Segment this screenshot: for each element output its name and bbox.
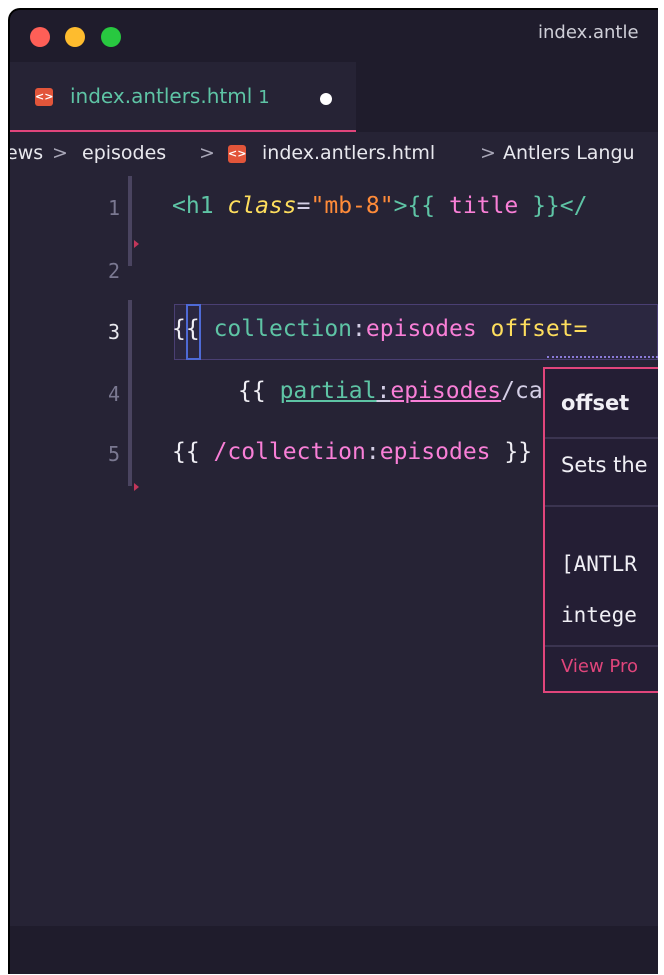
code-token: episodes xyxy=(365,316,477,342)
hover-title: offset xyxy=(561,391,630,415)
scope-indicator xyxy=(128,176,132,266)
code-token: <h1 xyxy=(172,193,228,219)
close-window-button[interactable] xyxy=(30,27,50,47)
hover-tooltip: offset Sets the [ANTLR intege View Pro xyxy=(543,367,658,693)
code-token: offset= xyxy=(476,316,588,342)
code-line-1[interactable]: <h1 class="mb-8">{{ title }}</ xyxy=(172,193,587,219)
code-token: "mb-8" xyxy=(310,193,394,219)
problems-count-badge: 1 xyxy=(258,87,270,108)
window-title: index.antle xyxy=(538,22,639,43)
code-token: /collection xyxy=(213,439,366,465)
status-bar xyxy=(10,926,658,974)
breadcrumb-separator: > xyxy=(199,142,215,164)
scope-indicator xyxy=(128,300,132,486)
code-token: collection xyxy=(213,316,353,342)
code-token: {{ xyxy=(172,439,214,465)
zoom-window-button[interactable] xyxy=(101,27,121,47)
code-token: : xyxy=(365,439,380,465)
minimize-window-button[interactable] xyxy=(65,27,85,47)
code-token: }}</ xyxy=(518,193,588,219)
breadcrumb-item-episodes[interactable]: episodes xyxy=(82,142,166,164)
breadcrumb-separator: > xyxy=(52,142,68,164)
code-token: : xyxy=(376,378,391,404)
tab-index-antlers[interactable]: <> index.antlers.html 1 xyxy=(10,62,356,132)
breadcrumb-item-views[interactable]: ews xyxy=(10,142,43,164)
code-token: class xyxy=(227,193,297,219)
breadcrumb-item-symbol[interactable]: Antlers Langu xyxy=(503,142,635,164)
hover-description: Sets the xyxy=(561,453,648,477)
divider xyxy=(545,437,658,439)
code-token: partial xyxy=(279,378,377,404)
line-number: 1 xyxy=(107,196,120,220)
code-line-3[interactable]: {{ collection:episodes offset= xyxy=(172,316,587,342)
code-token: title xyxy=(448,193,519,219)
editor-window: index.antle <> index.antlers.html1 ews >… xyxy=(8,8,658,974)
breadcrumb-separator: > xyxy=(480,142,496,164)
antlers-file-icon: <> xyxy=(35,88,53,106)
line-number: 2 xyxy=(107,259,120,283)
antlers-file-icon: <> xyxy=(228,145,246,163)
line-number: 4 xyxy=(107,382,120,406)
view-problem-link[interactable]: View Pro xyxy=(561,656,638,677)
hover-code-type: intege xyxy=(561,603,637,627)
hover-code-signature: [ANTLR xyxy=(561,552,637,576)
code-token: episodes xyxy=(379,439,491,465)
code-token: = xyxy=(296,193,311,219)
code-line-5[interactable]: {{ /collection:episodes }} xyxy=(172,439,532,465)
diagnostic-squiggle xyxy=(547,352,658,358)
code-token: {{ xyxy=(238,378,266,404)
divider xyxy=(545,645,658,647)
title-bar: index.antle xyxy=(10,10,658,62)
divider xyxy=(545,505,658,507)
tab-label: index.antlers.html 1 xyxy=(70,84,270,108)
code-token: episodes xyxy=(390,378,502,404)
tab-filename: index.antlers.html xyxy=(70,84,253,108)
tab-bar: <> index.antlers.html 1 xyxy=(10,62,658,132)
git-deleted-marker-icon xyxy=(134,483,139,491)
code-token: }} xyxy=(490,439,533,465)
code-token: {{ xyxy=(172,316,200,342)
breadcrumb: ews > episodes > <> index.antlers.html >… xyxy=(10,132,658,176)
unsaved-changes-dot-icon[interactable] xyxy=(320,93,332,105)
git-deleted-marker-icon xyxy=(134,240,139,248)
code-token: >{{ xyxy=(393,193,449,219)
line-number: 5 xyxy=(107,442,120,466)
line-number: 3 xyxy=(107,320,120,344)
breadcrumb-item-file[interactable]: index.antlers.html xyxy=(262,142,435,164)
code-token: : xyxy=(352,316,366,342)
